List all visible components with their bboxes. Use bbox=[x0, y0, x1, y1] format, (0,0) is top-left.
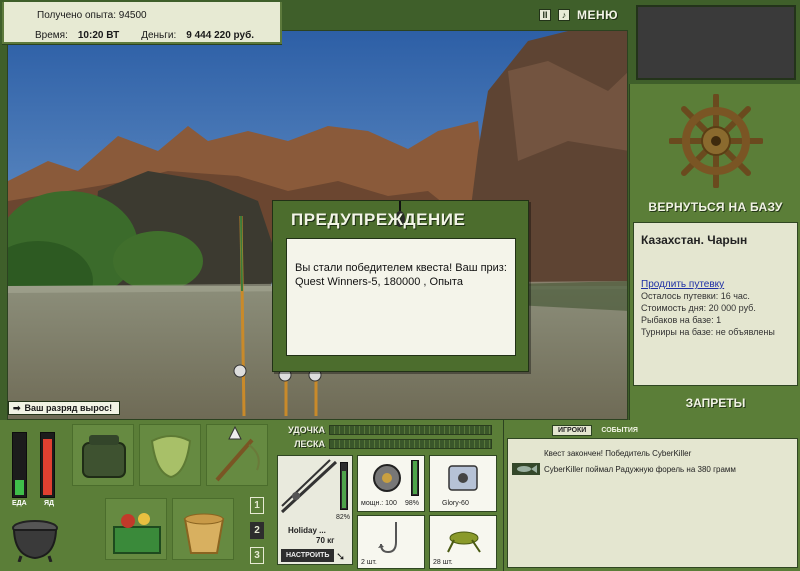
arrow-right-icon: ➡ bbox=[13, 402, 21, 413]
day-cost: Стоимость дня: 20 000 руб. bbox=[641, 303, 756, 313]
location-info: Казахстан. Чарын Продлить путевку Остало… bbox=[633, 222, 798, 386]
dialog-title: ПРЕДУПРЕЖДЕНИЕ bbox=[291, 210, 466, 229]
tackle-bars: УДОЧКА ЛЕСКА bbox=[277, 422, 498, 454]
menu-button[interactable]: МЕНЮ bbox=[577, 8, 618, 22]
grasshopper-icon bbox=[447, 531, 481, 553]
arrow-down-right-icon: ➘ bbox=[336, 551, 346, 563]
food-basket-icon bbox=[113, 513, 161, 554]
bag-icon bbox=[82, 435, 126, 478]
rod-tile[interactable]: 82% Holiday ... 70 кг НАСТРОИТЬ ➘ bbox=[277, 455, 353, 565]
rod-wear-meter bbox=[340, 462, 348, 510]
rod-bar bbox=[329, 425, 492, 435]
food-meter bbox=[12, 432, 27, 498]
hook-icon bbox=[378, 522, 397, 554]
pause-icon[interactable]: II bbox=[539, 9, 551, 21]
rod-bar-row: УДОЧКА bbox=[277, 424, 498, 436]
tab-players[interactable]: ИГРОКИ bbox=[552, 425, 593, 436]
time-money-row: Время: 10:20 ВТ Деньги: 9 444 220 руб. bbox=[35, 30, 254, 41]
inventory-page-1[interactable]: 1 bbox=[250, 497, 264, 514]
poison-label: ЯД bbox=[44, 500, 55, 507]
hook-caption: 2 шт. bbox=[361, 559, 377, 566]
time-label: Время: bbox=[35, 30, 68, 41]
inventory-slot-landing-net[interactable] bbox=[206, 424, 268, 486]
bait-box-caption: Glory-60 bbox=[442, 500, 469, 507]
hook-tile[interactable]: 2 шт. bbox=[357, 515, 425, 569]
warning-dialog[interactable]: ПРЕДУПРЕЖДЕНИЕ Вы стали победителем квес… bbox=[272, 200, 529, 372]
inventory-slot-bag[interactable] bbox=[72, 424, 134, 486]
player-info-panel: Получено опыта: 94500 Время: 10:20 ВТ Де… bbox=[2, 2, 282, 44]
log-tabs: ИГРОКИ СОБЫТИЯ bbox=[552, 425, 643, 436]
log-line-quest: Квест закончен! Победитель CyberKiller bbox=[544, 449, 692, 458]
food-label: ЕДА bbox=[12, 500, 27, 507]
top-controls: II ♪ МЕНЮ bbox=[539, 8, 618, 22]
bait-tile[interactable]: 28 шт. bbox=[429, 515, 497, 569]
experience-row: Получено опыта: 94500 bbox=[37, 10, 147, 21]
money-label: Деньги: bbox=[141, 30, 177, 41]
sound-icon[interactable]: ♪ bbox=[558, 9, 570, 21]
return-to-base-button[interactable]: ВЕРНУТЬСЯ НА БАЗУ bbox=[630, 200, 800, 214]
line-bar bbox=[329, 439, 492, 449]
inventory-slot-bucket[interactable] bbox=[172, 498, 234, 560]
experience-label: Получено опыта: bbox=[37, 10, 116, 21]
tab-events[interactable]: СОБЫТИЯ bbox=[596, 426, 643, 435]
log-line-catch: CyberKiller поймал Радужную форель на 38… bbox=[544, 465, 736, 474]
rod-percent: 82% bbox=[336, 514, 351, 521]
rank-up-text: Ваш разряд вырос! bbox=[24, 403, 113, 413]
line-bar-row: ЛЕСКА bbox=[277, 438, 498, 450]
rank-up-toast[interactable]: ➡ Ваш разряд вырос! bbox=[8, 401, 120, 415]
landing-net-icon bbox=[215, 425, 260, 482]
dialog-message: Вы стали победителем квеста! Ваш приз: Q… bbox=[286, 238, 516, 356]
ship-wheel-icon[interactable] bbox=[669, 94, 763, 188]
bait-box-icon bbox=[448, 465, 478, 491]
inventory-page-2[interactable]: 2 bbox=[250, 522, 264, 539]
cauldron-icon[interactable] bbox=[9, 518, 61, 562]
permit-remaining: Осталось путевки: 16 час. bbox=[641, 291, 750, 301]
reel-icon bbox=[373, 464, 401, 492]
time-value: 10:20 ВТ bbox=[77, 30, 120, 41]
bait-box-tile[interactable]: Glory-60 bbox=[429, 455, 497, 512]
setup-button[interactable]: НАСТРОИТЬ bbox=[281, 549, 335, 562]
extend-permit-link[interactable]: Продлить путевку bbox=[641, 279, 790, 290]
fish-icon bbox=[512, 463, 540, 475]
rod-load: 70 кг bbox=[316, 536, 335, 545]
poison-meter bbox=[40, 432, 55, 498]
experience-value: 94500 bbox=[118, 10, 147, 21]
reel-caption: мощн.: 100 bbox=[361, 500, 397, 507]
reel-tile[interactable]: мощн.: 100 98% bbox=[357, 455, 425, 512]
rod-label: УДОЧКА bbox=[288, 425, 325, 435]
tackle-panel: 82% Holiday ... 70 кг НАСТРОИТЬ ➘ мощн.:… bbox=[277, 455, 498, 571]
net-icon bbox=[150, 435, 192, 479]
inventory-slot-net[interactable] bbox=[139, 424, 201, 486]
inventory-page-3[interactable]: 3 bbox=[250, 547, 264, 564]
line-label: ЛЕСКА bbox=[294, 439, 325, 449]
bucket-icon bbox=[183, 513, 225, 554]
food-meter-fill bbox=[15, 479, 24, 495]
money-value: 9 444 220 руб. bbox=[186, 30, 255, 41]
reel-wear-meter bbox=[411, 460, 419, 496]
fishers-on-base: Рыбаков на базе: 1 bbox=[641, 315, 722, 325]
location-title: Казахстан. Чарын bbox=[641, 233, 748, 247]
rod-icon bbox=[280, 459, 338, 514]
inventory-slot-basket[interactable] bbox=[105, 498, 167, 560]
rod-name: Holiday ... bbox=[288, 526, 326, 535]
right-panel: ВЕРНУТЬСЯ НА БАЗУ Казахстан. Чарын Продл… bbox=[629, 84, 800, 420]
bait-caption: 28 шт. bbox=[433, 559, 453, 566]
minimap-panel bbox=[636, 5, 796, 80]
reel-percent: 98% bbox=[405, 500, 420, 507]
log-box: Квест закончен! Победитель CyberKiller C… bbox=[507, 438, 798, 568]
bans-button[interactable]: ЗАПРЕТЫ bbox=[630, 396, 800, 410]
event-log-panel: ИГРОКИ СОБЫТИЯ Квест закончен! Победител… bbox=[503, 420, 800, 571]
tournaments-on-base: Турниры на базе: не объявлены bbox=[641, 327, 775, 337]
poison-meter-fill bbox=[43, 439, 52, 495]
